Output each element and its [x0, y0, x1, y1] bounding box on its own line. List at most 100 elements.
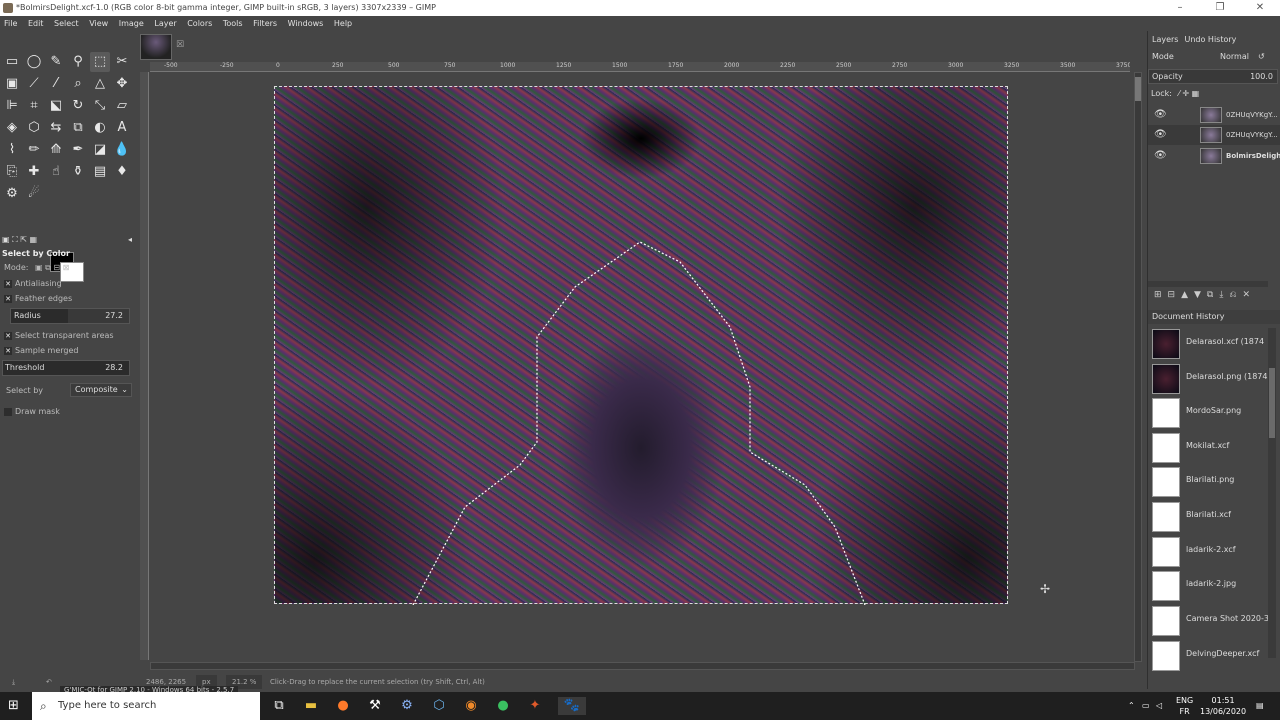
- gegl-operation-icon[interactable]: ⚙: [2, 184, 22, 204]
- document-history-scrollbar[interactable]: [1268, 328, 1276, 658]
- draw-mask-checkbox[interactable]: [4, 407, 12, 416]
- ellipse-select-icon[interactable]: ◯: [24, 52, 44, 72]
- select-by-color-icon[interactable]: ⬚: [90, 52, 110, 72]
- tab-undo-history[interactable]: Undo History: [1184, 35, 1236, 44]
- layer-mode-dropdown[interactable]: Normal: [1220, 49, 1249, 65]
- undo-icon[interactable]: ↶: [46, 675, 52, 689]
- layer-row[interactable]: 👁 BolmirsDelight: [1148, 146, 1280, 166]
- menu-windows[interactable]: Windows: [288, 19, 324, 28]
- menu-help[interactable]: Help: [334, 19, 352, 28]
- history-item[interactable]: MordoSar.png: [1148, 396, 1273, 430]
- history-item[interactable]: Blarilati.xcf: [1148, 500, 1273, 534]
- eye-icon[interactable]: 👁: [1154, 125, 1167, 145]
- fuzzy-select-icon[interactable]: ⚲: [68, 52, 88, 72]
- heal-icon[interactable]: ✚: [24, 162, 44, 182]
- menu-layer[interactable]: Layer: [154, 19, 176, 28]
- feather-edges-row[interactable]: ✕ Feather edges: [0, 291, 140, 306]
- language-indicator[interactable]: ENG FR: [1176, 695, 1193, 717]
- close-tab-icon[interactable]: ☒: [176, 40, 184, 50]
- file-explorer-icon[interactable]: ▬: [302, 697, 320, 715]
- flip-icon[interactable]: ⇆: [46, 118, 66, 138]
- minimize-button[interactable]: –: [1160, 0, 1200, 16]
- menu-select[interactable]: Select: [54, 19, 79, 28]
- warp-icon[interactable]: ◈: [2, 118, 22, 138]
- opacity-slider[interactable]: Opacity 100.0: [1148, 69, 1278, 84]
- radius-slider[interactable]: Radius 27.2: [10, 308, 130, 324]
- move-icon[interactable]: ✥: [112, 74, 132, 94]
- tray-chevron-icon[interactable]: ⌃: [1128, 700, 1135, 711]
- panel-menu-icon[interactable]: ◂: [128, 235, 132, 244]
- airbrush-icon[interactable]: ⟰: [46, 140, 66, 160]
- network-icon[interactable]: ▭: [1142, 700, 1150, 711]
- firefox-icon[interactable]: ●: [334, 697, 352, 715]
- red-app-icon[interactable]: ✦: [526, 697, 544, 715]
- cage-icon[interactable]: ⬡: [24, 118, 44, 138]
- gradient-icon[interactable]: ▤: [90, 162, 110, 182]
- align-icon[interactable]: ⊫: [2, 96, 22, 116]
- clone-icon[interactable]: ⎘: [2, 162, 22, 182]
- vertical-scrollbar[interactable]: [1134, 72, 1142, 662]
- crop-icon[interactable]: ⌗: [24, 96, 44, 116]
- sample-merged-checkbox[interactable]: ✕: [4, 346, 12, 355]
- menu-file[interactable]: File: [4, 19, 17, 28]
- history-item[interactable]: Delarasol.png (1874: [1148, 362, 1273, 396]
- history-item[interactable]: Camera Shot 2020-31: [1148, 604, 1274, 638]
- lock-icons[interactable]: ⁄ ✛ ▦: [1178, 89, 1199, 98]
- eye-icon[interactable]: 👁: [1154, 105, 1167, 125]
- rotate-icon[interactable]: ↻: [68, 96, 88, 116]
- layer-row[interactable]: 👁 0ZHUqVYKgY...: [1148, 125, 1280, 145]
- measure-icon[interactable]: △: [90, 74, 110, 94]
- menu-colors[interactable]: Colors: [187, 19, 212, 28]
- task-view-icon[interactable]: ⧉: [270, 697, 288, 715]
- paintbrush-icon[interactable]: ⌇: [2, 140, 22, 160]
- select-transparent-row[interactable]: ✕ Select transparent areas: [0, 328, 140, 343]
- menu-filters[interactable]: Filters: [253, 19, 277, 28]
- volume-icon[interactable]: ◁: [1156, 700, 1162, 711]
- text-icon[interactable]: A: [112, 118, 132, 138]
- blender-icon[interactable]: ◉: [462, 697, 480, 715]
- antialiasing-checkbox[interactable]: ✕: [4, 279, 12, 288]
- close-window-button[interactable]: ✕: [1240, 0, 1280, 16]
- layer-action-buttons[interactable]: ⊞⊟▲▼⧉⤓⎌✕: [1148, 290, 1280, 304]
- history-item[interactable]: Blarilati.png: [1148, 465, 1273, 499]
- tab-layers[interactable]: Layers: [1152, 35, 1178, 44]
- image-tab-thumbnail[interactable]: [140, 34, 172, 60]
- sample-merged-row[interactable]: ✕ Sample merged: [0, 343, 140, 358]
- tool-options-tab-icons[interactable]: ▣ ⛶ ⇱ ▦: [2, 235, 37, 245]
- blur-icon[interactable]: 💧: [112, 140, 132, 160]
- menu-tools[interactable]: Tools: [223, 19, 243, 28]
- windows-start-icon[interactable]: ⊞: [8, 698, 24, 714]
- horizontal-scrollbar[interactable]: [150, 662, 1135, 670]
- scale-icon[interactable]: ⤡: [90, 96, 110, 116]
- color-picker-icon[interactable]: ⁄: [46, 74, 66, 94]
- layers-scrollbar[interactable]: [1148, 281, 1268, 287]
- app-icon[interactable]: ⚒: [366, 697, 384, 715]
- history-item[interactable]: Delarasol.xcf (1874: [1148, 327, 1273, 361]
- document-history-title[interactable]: Document History: [1148, 310, 1280, 324]
- smudge-icon[interactable]: ☝: [46, 162, 66, 182]
- notifications-icon[interactable]: ▤: [1256, 700, 1264, 711]
- history-item[interactable]: DelvingDeeper.xcf: [1148, 639, 1273, 673]
- clock[interactable]: 01:51 13/06/2020: [1200, 695, 1246, 717]
- maximize-button[interactable]: ❐: [1200, 0, 1240, 16]
- select-transparent-checkbox[interactable]: ✕: [4, 331, 12, 340]
- menu-image[interactable]: Image: [119, 19, 144, 28]
- history-item[interactable]: ladarik-2.jpg: [1148, 569, 1273, 603]
- history-item[interactable]: Mokilat.xcf: [1148, 431, 1273, 465]
- cube-app-icon[interactable]: ⬡: [430, 697, 448, 715]
- menu-view[interactable]: View: [89, 19, 108, 28]
- green-app-icon[interactable]: ●: [494, 697, 512, 715]
- dodge-burn-icon[interactable]: ⚱: [68, 162, 88, 182]
- history-item[interactable]: ladarik-2.xcf: [1148, 535, 1273, 569]
- rect-select-icon[interactable]: ▭: [2, 52, 22, 72]
- shear-icon[interactable]: ▱: [112, 96, 132, 116]
- selection-mode-buttons[interactable]: ▣ ⧉ ⊟ ⊠: [35, 263, 69, 272]
- draw-mask-row[interactable]: Draw mask: [0, 404, 140, 419]
- threshold-slider[interactable]: Threshold 28.2: [2, 360, 130, 376]
- pencil-icon[interactable]: ✏: [24, 140, 44, 160]
- antialiasing-row[interactable]: ✕ Antialiasing: [0, 276, 140, 291]
- reset-mode-icon[interactable]: ↺: [1258, 49, 1265, 65]
- paint-select-icon[interactable]: ☄: [24, 184, 44, 204]
- zoom-icon[interactable]: ⌕: [68, 74, 88, 94]
- taskbar-search-input[interactable]: ⌕ Type here to search: [32, 692, 260, 720]
